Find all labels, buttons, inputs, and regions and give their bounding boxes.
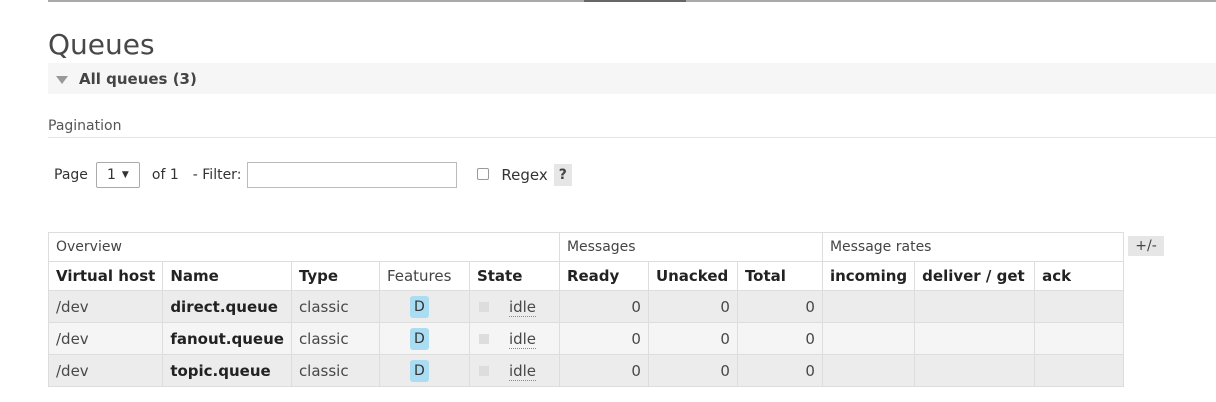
all-queues-section-toggle[interactable]: All queues (3) <box>48 63 1216 94</box>
cell-state: idle <box>468 354 560 387</box>
chevron-down-icon: ▼ <box>121 170 129 180</box>
page-title: Queues <box>48 28 155 61</box>
cell-state: idle <box>468 290 560 323</box>
section-label: All queues (3) <box>79 69 197 88</box>
col-incoming[interactable]: incoming <box>821 261 916 291</box>
pagination-controls: Page 1 ▼ of 1 - Filter: Regex ? <box>54 161 572 189</box>
cell-type: classic <box>290 322 380 355</box>
col-ready[interactable]: Ready <box>558 261 649 291</box>
group-messages: Messages <box>558 232 823 262</box>
col-deliver-get[interactable]: deliver / get <box>914 261 1036 291</box>
page-select[interactable]: 1 ▼ <box>95 162 140 188</box>
state-label: idle <box>508 361 537 381</box>
durable-badge: D <box>409 295 429 318</box>
regex-label: Regex <box>501 166 548 184</box>
cell-incoming <box>821 354 916 387</box>
cell-incoming <box>821 322 916 355</box>
group-overview: Overview <box>48 232 560 262</box>
cell-ack <box>1034 322 1125 355</box>
state-label: idle <box>508 329 537 349</box>
queue-name-link[interactable]: fanout.queue <box>162 322 292 355</box>
cell-deliver-get <box>914 322 1036 355</box>
state-label: idle <box>508 297 537 317</box>
active-tab-indicator <box>584 0 686 2</box>
filter-label: - Filter: <box>192 167 242 183</box>
cell-unacked: 0 <box>647 354 738 387</box>
queue-name-link[interactable]: topic.queue <box>162 354 292 387</box>
col-total[interactable]: Total <box>736 261 823 291</box>
cell-unacked: 0 <box>647 290 738 323</box>
table-row: /dev direct.queue classic D idle 0 0 0 <box>47 290 1125 323</box>
cell-vhost: /dev <box>47 322 164 355</box>
cell-total: 0 <box>736 322 823 355</box>
cell-ready: 0 <box>558 354 649 387</box>
col-virtual-host[interactable]: Virtual host <box>47 261 164 291</box>
group-message-rates: Message rates <box>821 232 1125 262</box>
queues-table: Overview Messages Message rates Virtual … <box>47 232 1125 387</box>
cell-state: idle <box>468 322 560 355</box>
page-of-label: of 1 <box>151 167 179 183</box>
table-row: /dev topic.queue classic D idle 0 0 0 <box>47 354 1125 387</box>
cell-vhost: /dev <box>47 290 164 323</box>
cell-features: D <box>378 322 470 355</box>
cell-vhost: /dev <box>47 354 164 387</box>
col-ack[interactable]: ack <box>1034 261 1125 291</box>
page-select-value: 1 <box>106 167 116 183</box>
cell-type: classic <box>290 290 380 323</box>
state-indicator-icon <box>478 302 489 312</box>
col-name[interactable]: Name <box>162 261 292 291</box>
queue-name-link[interactable]: direct.queue <box>162 290 292 323</box>
filter-input[interactable] <box>247 162 458 188</box>
col-unacked[interactable]: Unacked <box>647 261 738 291</box>
cell-deliver-get <box>914 354 1036 387</box>
cell-deliver-get <box>914 290 1036 323</box>
toggle-columns-button[interactable]: +/- <box>1128 236 1164 256</box>
cell-ack <box>1034 290 1125 323</box>
col-features: Features <box>378 261 470 291</box>
cell-incoming <box>821 290 916 323</box>
cell-total: 0 <box>736 290 823 323</box>
page-label: Page <box>54 167 88 183</box>
cell-features: D <box>378 354 470 387</box>
cell-total: 0 <box>736 354 823 387</box>
cell-ack <box>1034 354 1125 387</box>
collapse-triangle-icon <box>56 75 68 84</box>
col-state[interactable]: State <box>468 261 560 291</box>
state-indicator-icon <box>478 366 489 376</box>
cell-type: classic <box>290 354 380 387</box>
pagination-label: Pagination <box>48 118 122 134</box>
cell-unacked: 0 <box>647 322 738 355</box>
cell-features: D <box>378 290 470 323</box>
regex-help-button[interactable]: ? <box>553 164 572 186</box>
pagination-divider <box>48 137 1216 138</box>
cell-ready: 0 <box>558 322 649 355</box>
col-type[interactable]: Type <box>290 261 380 291</box>
regex-checkbox[interactable] <box>477 167 490 180</box>
state-indicator-icon <box>478 334 489 344</box>
cell-ready: 0 <box>558 290 649 323</box>
table-row: /dev fanout.queue classic D idle 0 0 0 <box>47 322 1125 355</box>
durable-badge: D <box>409 359 429 382</box>
durable-badge: D <box>409 327 429 350</box>
